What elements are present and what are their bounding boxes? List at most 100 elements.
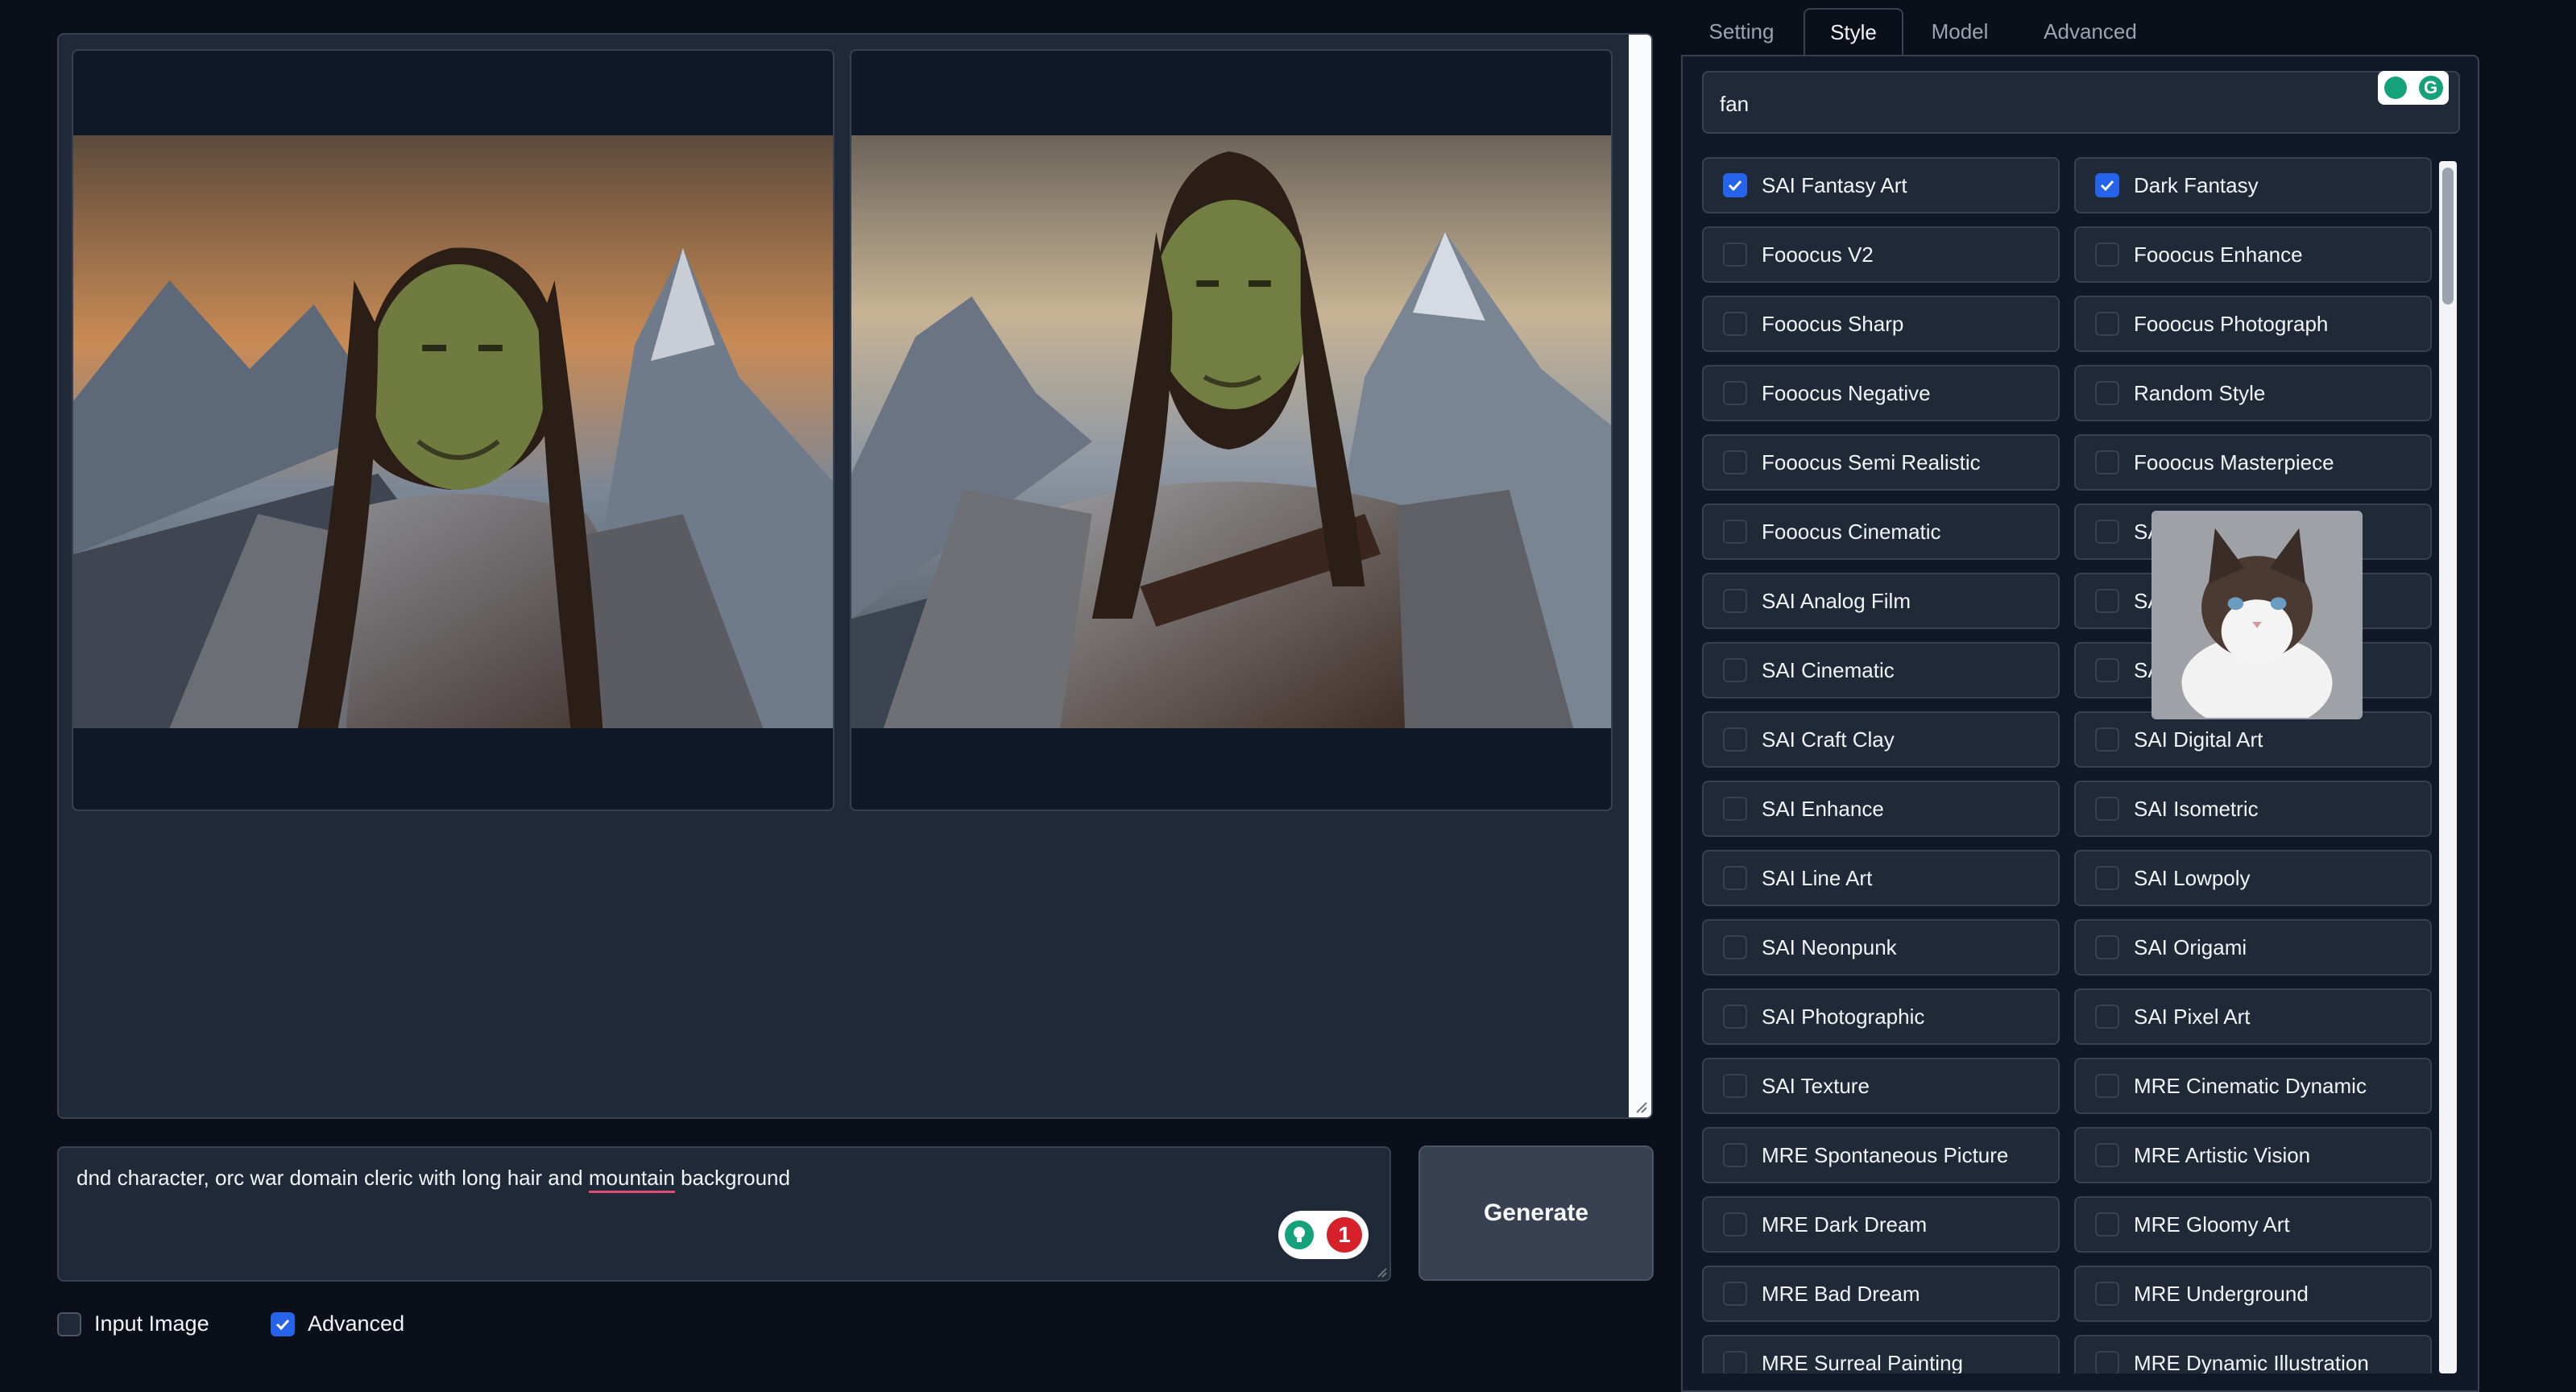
style-option[interactable]: SAI Photographic [1702,988,2060,1045]
style-checkbox[interactable] [2095,658,2119,682]
style-checkbox[interactable] [2095,1074,2119,1098]
style-option[interactable]: SAI Digital Art [2074,711,2432,768]
style-option[interactable]: SAI Neonpunk [1702,919,2060,976]
style-option[interactable]: Fooocus Cinematic [1702,503,2060,560]
style-checkbox[interactable] [2095,935,2119,959]
style-checkbox[interactable] [2095,1143,2119,1167]
style-option[interactable]: Fooocus Masterpiece [2074,434,2432,491]
style-option[interactable]: MRE Bad Dream [1702,1266,2060,1322]
tab-model[interactable]: Model [1903,8,2016,55]
style-checkbox[interactable] [1723,312,1747,336]
style-option[interactable]: Random Style [2074,365,2432,421]
style-option[interactable]: MRE Artistic Vision [2074,1127,2432,1183]
style-option[interactable]: SAI Enhance [1702,781,2060,837]
style-option[interactable]: SAI Line Art [1702,850,2060,906]
style-checkbox[interactable] [2095,173,2119,197]
style-checkbox[interactable] [2095,520,2119,544]
spellcheck-flagged-word: mountain [588,1166,675,1193]
style-checkbox[interactable] [1723,935,1747,959]
resize-handle-icon[interactable] [1377,1267,1388,1278]
style-option[interactable]: SAI Craft Clay [1702,711,2060,768]
input-image-checkbox[interactable] [57,1311,81,1336]
style-checkbox[interactable] [1723,173,1747,197]
resize-handle-icon[interactable] [1635,1101,1648,1114]
prompt-textarea[interactable]: dnd character, orc war domain cleric wit… [57,1146,1391,1282]
tab-style[interactable]: Style [1804,8,1903,55]
style-checkbox[interactable] [2095,242,2119,267]
style-checkbox[interactable] [2095,312,2119,336]
style-checkbox[interactable] [1723,658,1747,682]
style-option[interactable]: SAI Fantasy Art [1702,157,2060,213]
style-option-label: SAI Origami [2134,934,2247,959]
style-option[interactable]: SAI Pixel Art [2074,988,2432,1045]
style-option[interactable]: MRE Dark Dream [1702,1196,2060,1253]
style-checkbox[interactable] [1723,1212,1747,1237]
tab-setting[interactable]: Setting [1681,8,1802,55]
style-option[interactable]: SAI Cinematic [1702,642,2060,698]
style-checkbox[interactable] [1723,797,1747,821]
grammar-assistant-badge[interactable]: G [2378,71,2449,105]
style-checkbox[interactable] [1723,1005,1747,1029]
style-option[interactable]: MRE Gloomy Art [2074,1196,2432,1253]
style-option[interactable]: Fooocus Sharp [1702,296,2060,352]
style-option[interactable]: SAI Isometric [2074,781,2432,837]
style-checkbox[interactable] [1723,727,1747,752]
style-option[interactable]: MRE Spontaneous Picture [1702,1127,2060,1183]
style-checkbox[interactable] [2095,589,2119,613]
style-checkbox[interactable] [1723,520,1747,544]
style-option[interactable]: SAI Analog Film [1702,573,2060,629]
style-option[interactable]: SAI Lowpoly [2074,850,2432,906]
style-option-label: MRE Spontaneous Picture [1762,1142,2009,1167]
style-option-label: Fooocus Masterpiece [2134,450,2334,474]
style-checkbox[interactable] [1723,1282,1747,1306]
style-option[interactable]: MRE Surreal Painting [1702,1335,2060,1373]
style-checkbox[interactable] [2095,727,2119,752]
style-option[interactable]: Fooocus V2 [1702,226,2060,283]
style-option[interactable]: Fooocus Negative [1702,365,2060,421]
gallery-scrollbar[interactable] [1629,35,1651,1117]
style-option[interactable]: SAI Texture [1702,1058,2060,1114]
style-option[interactable]: SAI Origami [2074,919,2432,976]
style-checkbox[interactable] [2095,450,2119,474]
style-option-label: SAI Texture [1762,1073,1870,1098]
style-option[interactable]: Fooocus Semi Realistic [1702,434,2060,491]
style-option[interactable]: Fooocus Enhance [2074,226,2432,283]
advanced-checkbox[interactable] [271,1311,295,1336]
style-checkbox[interactable] [1723,381,1747,405]
generated-image-1[interactable] [72,49,835,811]
input-image-toggle[interactable]: Input Image [57,1311,209,1336]
style-option[interactable]: MRE Dynamic Illustration [2074,1335,2432,1373]
style-option-label: SAI Pixel Art [2134,1004,2251,1029]
style-checkbox[interactable] [1723,242,1747,267]
style-checkbox[interactable] [2095,797,2119,821]
grammar-assistant-badge[interactable]: 1 [1278,1211,1369,1259]
style-checkbox[interactable] [2095,1282,2119,1306]
style-checkbox[interactable] [2095,1351,2119,1373]
style-option[interactable]: Dark Fantasy [2074,157,2432,213]
style-list-scrollbar[interactable] [2439,161,2457,1373]
style-option-label: MRE Dark Dream [1762,1212,1928,1237]
style-checkbox[interactable] [1723,1351,1747,1373]
style-option[interactable]: MRE Underground [2074,1266,2432,1322]
style-checkbox[interactable] [2095,1005,2119,1029]
generated-image-2[interactable] [850,49,1613,811]
tab-advanced[interactable]: Advanced [2018,8,2163,55]
style-checkbox[interactable] [1723,866,1747,890]
style-option-label: MRE Bad Dream [1762,1281,1920,1306]
style-checkbox[interactable] [2095,381,2119,405]
style-checkbox[interactable] [1723,450,1747,474]
style-option-label: SAI Enhance [1762,796,1884,821]
style-option[interactable]: MRE Cinematic Dynamic [2074,1058,2432,1114]
scrollbar-thumb[interactable] [2442,168,2454,304]
style-checkbox[interactable] [2095,1212,2119,1237]
style-checkbox[interactable] [1723,1074,1747,1098]
generate-button[interactable]: Generate [1418,1146,1654,1281]
style-search-input[interactable]: fan G [1702,71,2460,134]
style-option[interactable]: Fooocus Photograph [2074,296,2432,352]
style-option-label: SAI Line Art [1762,865,1873,890]
advanced-toggle[interactable]: Advanced [271,1311,404,1336]
style-checkbox[interactable] [1723,1143,1747,1167]
style-checkbox[interactable] [2095,866,2119,890]
style-option-label: SAI Neonpunk [1762,934,1897,959]
style-checkbox[interactable] [1723,589,1747,613]
